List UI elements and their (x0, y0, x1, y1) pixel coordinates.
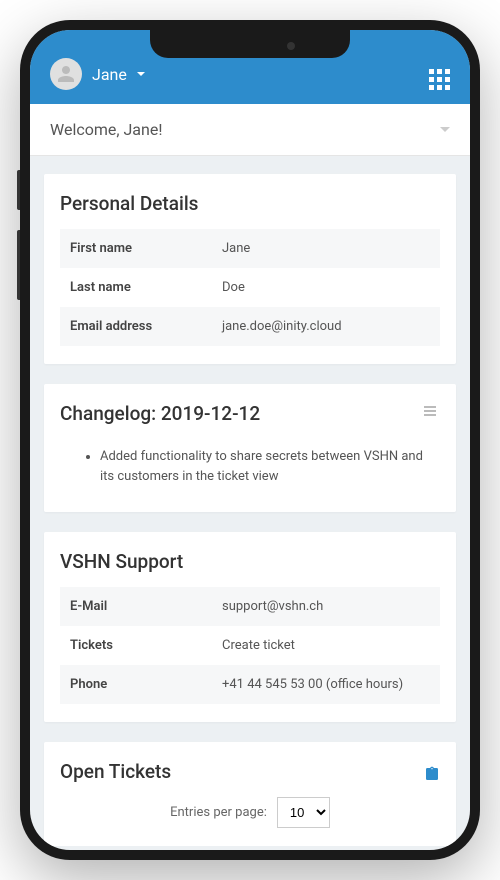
personal-details-table: First name Jane Last name Doe Email addr… (60, 229, 440, 346)
field-label: First name (60, 229, 212, 268)
collapse-icon[interactable] (440, 127, 450, 132)
apps-grid-icon[interactable] (429, 69, 450, 90)
list-item: Added functionality to share secrets bet… (100, 447, 440, 486)
open-tickets-title-text: Open Tickets (60, 760, 171, 783)
chevron-down-icon (137, 72, 145, 76)
support-email-link[interactable]: support@vshn.ch (212, 587, 440, 626)
support-card: VSHN Support E-Mail support@vshn.ch Tick… (44, 532, 456, 722)
table-row: E-Mail support@vshn.ch (60, 587, 440, 626)
changelog-list: Added functionality to share secrets bet… (60, 439, 440, 494)
field-value: Jane (212, 229, 440, 268)
phone-notch (150, 30, 350, 58)
screen: Jane Welcome, Jane! Personal Details Fir… (30, 30, 470, 850)
changelog-card: Changelog: 2019-12-12 Added functionalit… (44, 384, 456, 512)
personal-details-card: Personal Details First name Jane Last na… (44, 174, 456, 364)
table-row: Last name Doe (60, 268, 440, 307)
username-label: Jane (92, 65, 127, 84)
table-row: Tickets Create ticket (60, 626, 440, 665)
table-row: Phone +41 44 545 53 00 (office hours) (60, 665, 440, 704)
changelog-title: Changelog: 2019-12-12 (60, 402, 440, 425)
field-label: Last name (60, 268, 212, 307)
user-menu[interactable]: Jane (50, 58, 145, 90)
pager-label: Entries per page: (170, 805, 267, 820)
welcome-text: Welcome, Jane! (50, 120, 162, 139)
field-value: jane.doe@inity.cloud (212, 307, 440, 346)
support-table: E-Mail support@vshn.ch Tickets Create ti… (60, 587, 440, 704)
clipboard-icon[interactable] (424, 764, 440, 780)
support-phone-link[interactable]: +41 44 545 53 00 (office hours) (212, 665, 440, 704)
table-row: Email address jane.doe@inity.cloud (60, 307, 440, 346)
list-icon[interactable] (424, 406, 440, 422)
field-value: Doe (212, 268, 440, 307)
phone-frame: Jane Welcome, Jane! Personal Details Fir… (20, 20, 480, 860)
table-row: First name Jane (60, 229, 440, 268)
pager: Entries per page: 10 (60, 797, 440, 828)
open-tickets-card: Open Tickets Entries per page: 10 (44, 742, 456, 846)
field-label: Tickets (60, 626, 212, 665)
field-label: E-Mail (60, 587, 212, 626)
content-area: Personal Details First name Jane Last na… (30, 156, 470, 846)
field-label: Email address (60, 307, 212, 346)
create-ticket-link[interactable]: Create ticket (212, 626, 440, 665)
avatar (50, 58, 82, 90)
person-icon (54, 62, 78, 86)
changelog-title-text: Changelog: 2019-12-12 (60, 402, 260, 425)
support-title: VSHN Support (60, 550, 440, 573)
field-label: Phone (60, 665, 212, 704)
open-tickets-title: Open Tickets (60, 760, 440, 783)
personal-details-title: Personal Details (60, 192, 440, 215)
welcome-bar: Welcome, Jane! (30, 104, 470, 156)
entries-per-page-select[interactable]: 10 (277, 797, 330, 828)
